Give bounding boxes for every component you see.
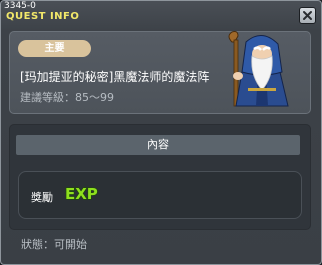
close-icon bbox=[303, 11, 312, 20]
reward-label: 獎勵 bbox=[31, 191, 53, 204]
quest-status: 狀態：可開始 bbox=[21, 238, 87, 251]
reward-box bbox=[18, 171, 302, 219]
content-header: 內容 bbox=[16, 135, 300, 155]
quest-type-badge: 主要 bbox=[18, 40, 91, 57]
level-requirement: 建議等級：85～99 bbox=[20, 91, 114, 104]
close-button[interactable] bbox=[299, 7, 316, 24]
exp-icon: EXP bbox=[64, 184, 98, 202]
wizard-npc-icon bbox=[228, 31, 289, 107]
exp-icon-text: EXP bbox=[65, 185, 98, 202]
quest-id: 3345-0 bbox=[4, 1, 36, 11]
quest-name: [玛加提亚的秘密]黑魔法师的魔法阵 bbox=[20, 70, 210, 84]
window-title: QUEST INFO bbox=[6, 11, 80, 22]
